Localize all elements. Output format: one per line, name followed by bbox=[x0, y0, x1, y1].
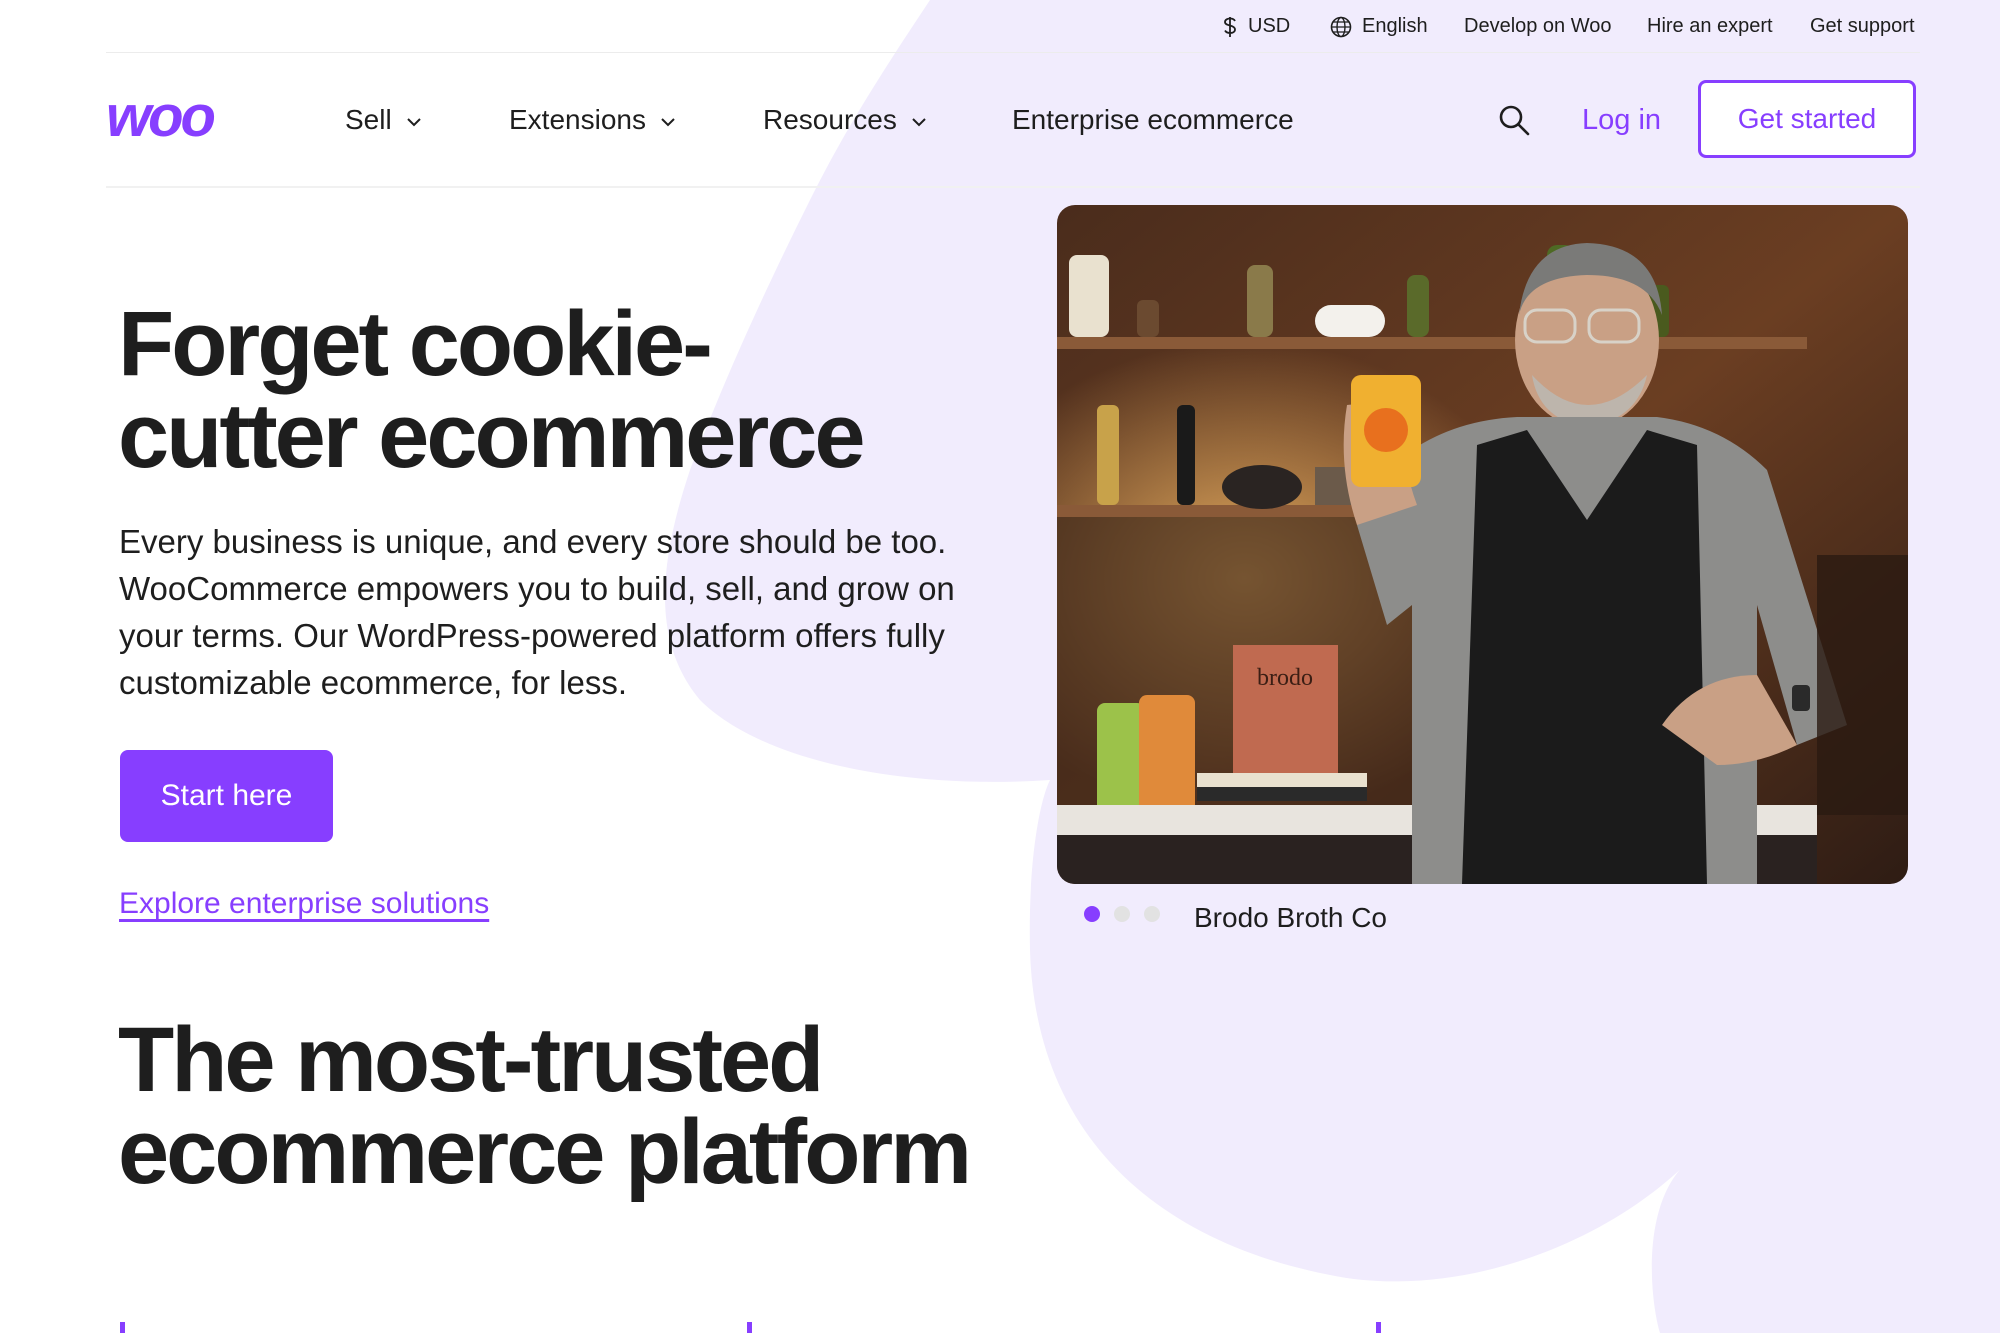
utility-divider bbox=[106, 52, 1920, 53]
nav-sell-label: Sell bbox=[345, 104, 392, 135]
chevron-down-icon bbox=[912, 117, 926, 127]
hero-title: Forget cookie- cutter ecommerce bbox=[118, 298, 1018, 482]
currency-label: USD bbox=[1248, 15, 1291, 37]
start-here-button[interactable]: Start here bbox=[120, 750, 333, 842]
carousel-dot-1[interactable] bbox=[1084, 906, 1100, 922]
utility-bar: USD English Develop on Woo Hire an exper… bbox=[0, 0, 2000, 52]
hero-title-line1: Forget cookie- bbox=[118, 293, 713, 395]
hire-an-expert-link[interactable]: Hire an expert bbox=[1647, 12, 1773, 40]
woo-logo[interactable]: woo bbox=[106, 96, 266, 140]
get-started-button[interactable]: Get started bbox=[1698, 80, 1916, 158]
trusted-title-line1: The most-trusted bbox=[118, 1009, 824, 1111]
chevron-down-icon bbox=[406, 117, 421, 127]
nav-enterprise-ecommerce[interactable]: Enterprise ecommerce bbox=[1012, 100, 1294, 140]
book-title-text: brodo bbox=[1257, 665, 1313, 691]
trusted-title-line2: ecommerce platform bbox=[118, 1101, 972, 1203]
login-link[interactable]: Log in bbox=[1582, 100, 1661, 140]
language-label: English bbox=[1362, 15, 1428, 37]
nav-extensions[interactable]: Extensions bbox=[509, 100, 676, 140]
column-accent-2 bbox=[747, 1322, 752, 1333]
carousel-dot-3[interactable] bbox=[1144, 906, 1160, 922]
hero-title-line2: cutter ecommerce bbox=[118, 385, 866, 487]
nav-resources[interactable]: Resources bbox=[763, 100, 927, 140]
nav-divider bbox=[106, 186, 1920, 188]
develop-on-woo-link[interactable]: Develop on Woo bbox=[1464, 12, 1612, 40]
globe-icon bbox=[1330, 16, 1352, 38]
language-selector[interactable]: English bbox=[1330, 12, 1428, 40]
currency-selector[interactable]: USD bbox=[1222, 12, 1290, 40]
search-icon[interactable] bbox=[1496, 102, 1532, 138]
hero-description: Every business is unique, and every stor… bbox=[119, 523, 955, 701]
column-accent-3 bbox=[1376, 1322, 1381, 1333]
explore-enterprise-link[interactable]: Explore enterprise solutions bbox=[119, 884, 489, 924]
carousel-caption: Brodo Broth Co bbox=[1194, 902, 1387, 933]
dollar-icon bbox=[1224, 16, 1236, 37]
nav-sell[interactable]: Sell bbox=[345, 100, 422, 140]
nav-resources-label: Resources bbox=[763, 104, 897, 135]
carousel-dot-2[interactable] bbox=[1114, 906, 1130, 922]
logo-text: woo bbox=[106, 96, 215, 140]
chevron-down-icon bbox=[661, 117, 675, 127]
trusted-section-title: The most-trusted ecommerce platform bbox=[118, 1014, 1218, 1198]
get-support-link[interactable]: Get support bbox=[1810, 12, 1915, 40]
column-accent-1 bbox=[120, 1322, 125, 1333]
hero-photo-illustration: brodo bbox=[1057, 205, 1908, 884]
nav-extensions-label: Extensions bbox=[509, 104, 646, 135]
hero-photo: brodo bbox=[1057, 205, 1908, 884]
